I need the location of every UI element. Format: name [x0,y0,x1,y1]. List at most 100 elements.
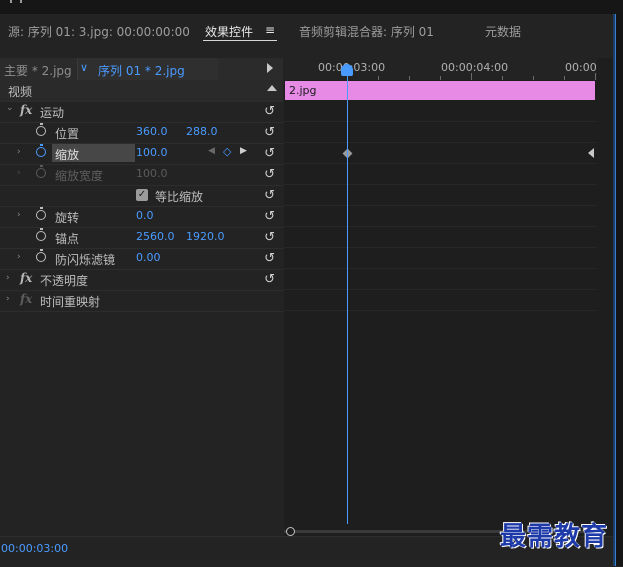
timeline-row-divider [284,226,597,227]
current-time-display[interactable]: 00:00:03:00 [1,542,68,555]
chevron-right-icon[interactable]: › [17,147,21,157]
playhead-line[interactable] [347,66,348,524]
next-keyframe-icon[interactable]: ▶ [240,146,247,156]
ruler-tick [502,76,503,80]
chevron-right-icon[interactable]: › [6,294,10,304]
divider [77,58,78,80]
effect-time-remapping[interactable]: › fx 时间重映射 [0,290,283,312]
ruler-tick [378,76,379,80]
fx-icon[interactable]: fx [20,271,32,285]
stopwatch-icon[interactable] [36,144,46,157]
adjacent-panel-edge [615,14,623,566]
stopwatch-icon[interactable] [36,207,46,220]
active-tab-underline [203,40,277,41]
property-label: 旋转 [55,211,80,225]
property-scale: › 缩放 100.0 ◀ ◇ ▶ ↺ [0,143,283,165]
panel-menu-icon[interactable]: ≡ [265,23,275,37]
tab-effect-controls[interactable]: 效果控件 [205,23,253,40]
playhead-handle[interactable] [341,64,353,76]
clip-bar[interactable] [285,81,595,100]
property-label: 防闪烁滤镜 [55,253,116,267]
uniform-scale-checkbox[interactable]: ✓ [136,189,148,201]
effect-name: 时间重映射 [40,295,101,309]
sequence-clip-tab[interactable]: 序列 01 * 2.jpg [98,62,185,79]
property-label: 位置 [55,127,80,141]
effect-opacity[interactable]: › fx 不透明度 ↺ [0,269,283,291]
timeline-row-divider [284,268,597,269]
timeline-row-divider [284,121,597,122]
scrollbar-handle[interactable] [286,527,295,536]
collapse-section-icon[interactable] [267,85,277,91]
property-label: 缩放 [55,148,80,162]
property-anchor-point: 锚点 2560.0 1920.0 ↺ [0,227,283,249]
tab-metadata[interactable]: 元数据 [485,23,521,40]
effect-name: 运动 [40,106,65,120]
watermark-logo: 最需教育 [500,522,609,552]
stopwatch-icon [36,165,46,178]
property-label: 等比缩放 [155,190,204,204]
timeline-row-divider [284,184,597,185]
property-rotation: › 旋转 0.0 ↺ [0,206,283,228]
ruler-tick [533,76,534,80]
timeline-row-divider [284,163,597,164]
chevron-right-icon[interactable]: › [17,210,21,220]
timeline-row-divider [284,205,597,206]
reset-icon[interactable]: ↺ [264,104,275,119]
position-x-value[interactable]: 360.0 [136,125,168,138]
tab-source[interactable]: 源: 序列 01: 3.jpg: 00:00:00:00 [8,23,190,40]
anti-flicker-value[interactable]: 0.00 [136,251,161,264]
chevron-right-icon: › [17,168,21,178]
previous-keyframe-icon[interactable]: ◀ [208,146,215,156]
clip-name: 2.jpg [289,84,317,97]
fx-icon[interactable]: fx [20,103,32,117]
timeline-row-divider [284,310,597,311]
tab-audio-clip-mixer[interactable]: 音频剪辑混合器: 序列 01 [299,23,434,40]
master-clip-tab[interactable]: 主要 * 2.jpg [4,62,72,79]
reset-icon[interactable]: ↺ [264,272,275,287]
ruler-tick [440,76,441,80]
chevron-right-icon[interactable]: › [6,273,10,283]
property-uniform-scale: ✓ 等比缩放 ↺ [0,185,283,207]
add-keyframe-icon[interactable]: ◇ [223,145,231,158]
anchor-y-value[interactable]: 1920.0 [186,230,225,243]
stopwatch-icon[interactable] [36,249,46,262]
show-timeline-toggle-icon[interactable] [267,63,273,73]
panel-tab-bar: 源: 序列 01: 3.jpg: 00:00:00:00 效果控件 ≡ 音频剪辑… [0,14,623,48]
timeline-row-divider [284,247,597,248]
timeline-row-divider [284,142,597,143]
reset-icon[interactable]: ↺ [264,188,275,203]
reset-icon[interactable]: ↺ [264,230,275,245]
chevron-right-icon[interactable]: › [17,252,21,262]
property-position: 位置 360.0 288.0 ↺ [0,122,283,144]
position-y-value[interactable]: 288.0 [186,125,218,138]
stopwatch-icon[interactable] [36,123,46,136]
keyframe-timeline[interactable] [284,58,613,536]
chevron-down-icon[interactable]: ∨ [80,61,88,74]
rotation-value[interactable]: 0.0 [136,209,154,222]
effect-name: 不透明度 [40,274,89,288]
video-section-header: 视频 [0,80,283,102]
reset-icon[interactable]: ↺ [264,125,275,140]
time-label: 00:00 [565,61,597,74]
clip-end-marker-icon [588,148,594,158]
fx-icon: fx [20,292,33,306]
top-strip [0,0,623,14]
property-label: 缩放宽度 [55,169,104,183]
sequence-header: 主要 * 2.jpg ∨ 序列 01 * 2.jpg [0,58,283,80]
effect-motion[interactable]: ⌄ fx 运动 ↺ [0,101,283,123]
reset-icon[interactable]: ↺ [264,167,275,182]
reset-icon[interactable]: ↺ [264,251,275,266]
ruler-tick [409,76,410,80]
grip-icon[interactable] [10,0,22,3]
anchor-x-value[interactable]: 2560.0 [136,230,175,243]
time-label: 00:00:04:00 [441,61,509,74]
time-ruler[interactable]: 00:00:03:00 00:00:04:00 00:00 [284,58,597,80]
property-anti-flicker: › 防闪烁滤镜 0.00 ↺ [0,248,283,270]
chevron-down-icon[interactable]: ⌄ [6,103,14,113]
video-section-label: 视频 [8,85,33,99]
reset-icon[interactable]: ↺ [264,209,275,224]
scale-value[interactable]: 100.0 [136,146,168,159]
stopwatch-icon[interactable] [36,228,46,241]
ruler-tick [595,73,596,80]
reset-icon[interactable]: ↺ [264,146,275,161]
